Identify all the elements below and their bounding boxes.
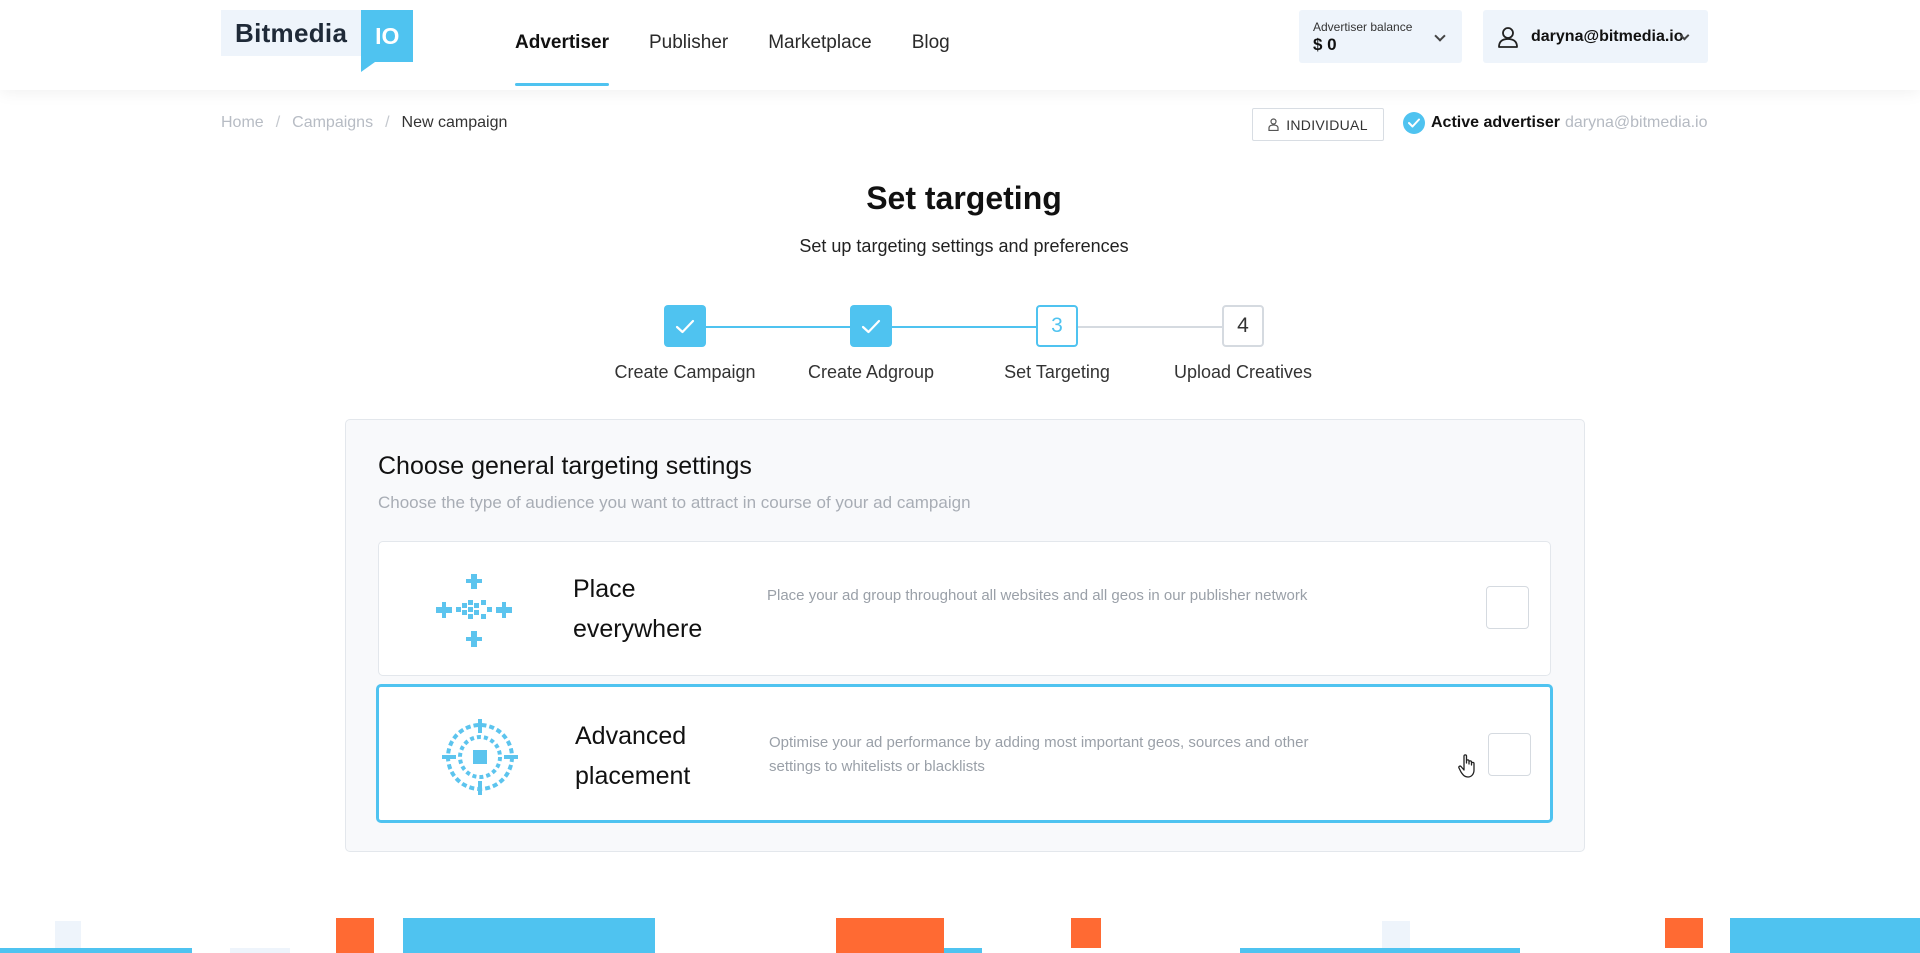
nav-publisher[interactable]: Publisher xyxy=(649,0,728,86)
active-advertiser-label: Active advertiser xyxy=(1431,114,1560,131)
top-header: Bitmedia IO Advertiser Publisher Marketp… xyxy=(0,0,1920,90)
step-connector xyxy=(892,326,1036,328)
option-title: Advanced placement xyxy=(575,722,691,790)
decor-block xyxy=(1382,921,1410,948)
decor-block xyxy=(336,918,374,953)
place-everywhere-checkbox[interactable] xyxy=(1486,586,1529,629)
step-1-check-icon xyxy=(664,305,706,347)
nav-blog[interactable]: Blog xyxy=(912,0,950,86)
decor-block xyxy=(403,918,655,953)
balance-value: $ 0 xyxy=(1313,35,1337,54)
step-2-label: Create Adgroup xyxy=(807,362,935,382)
active-advertiser-email: daryna@bitmedia.io xyxy=(1564,114,1708,131)
logo-badge: IO xyxy=(361,10,414,72)
breadcrumb-separator: / xyxy=(275,114,281,131)
breadcrumb-campaigns[interactable]: Campaigns xyxy=(292,114,373,132)
arrows-outward-icon xyxy=(436,574,512,647)
account-type-label: INDIVIDUAL xyxy=(1286,116,1368,133)
user-menu-dropdown[interactable]: daryna@bitmedia.io xyxy=(1483,10,1708,63)
balance-label: Advertiser balance xyxy=(1313,20,1413,34)
option-description: Place your ad group throughout all websi… xyxy=(767,587,1308,604)
decor-block xyxy=(1730,918,1920,953)
option-advanced-placement[interactable]: Advanced placement Optimise your ad perf… xyxy=(376,684,1553,823)
decor-block xyxy=(55,921,81,948)
breadcrumb-home[interactable]: Home xyxy=(221,114,264,132)
logo-wordmark: Bitmedia xyxy=(221,10,362,56)
step-connector xyxy=(706,326,850,328)
main-nav: Advertiser Publisher Marketplace Blog xyxy=(515,0,990,86)
decor-bar xyxy=(0,948,192,953)
breadcrumb: Home / Campaigns / New campaign xyxy=(221,114,507,132)
hand-cursor-icon xyxy=(1458,754,1475,778)
decor-block xyxy=(230,948,290,953)
page-subtitle: Set up targeting settings and preference… xyxy=(799,236,1129,256)
person-icon xyxy=(1268,118,1279,131)
option-title: Place everywhere xyxy=(573,575,703,643)
breadcrumb-separator: / xyxy=(385,114,390,131)
user-icon xyxy=(1498,26,1518,48)
advertiser-balance-dropdown[interactable]: Advertiser balance $ 0 xyxy=(1299,10,1462,63)
user-email: daryna@bitmedia.io xyxy=(1531,27,1684,45)
targeting-title: Choose general targeting settings xyxy=(378,452,752,480)
footer-decoration xyxy=(0,918,1920,953)
step-connector xyxy=(1078,326,1222,328)
breadcrumb-current: New campaign xyxy=(401,114,508,131)
step-4-label: Upload Creatives xyxy=(1173,362,1313,382)
bitmedia-logo[interactable]: Bitmedia IO xyxy=(221,10,414,72)
step-4-number: 4 xyxy=(1222,305,1264,347)
decor-block xyxy=(944,948,982,953)
step-3-label: Set Targeting xyxy=(1004,362,1110,382)
page-title: Set targeting xyxy=(866,180,1062,216)
targeting-subtitle: Choose the type of audience you want to … xyxy=(378,493,971,512)
verified-check-icon xyxy=(1403,112,1425,134)
decor-bar xyxy=(1240,948,1520,953)
target-icon xyxy=(442,719,518,795)
advanced-placement-checkbox[interactable] xyxy=(1488,733,1531,776)
nav-advertiser[interactable]: Advertiser xyxy=(515,0,609,86)
account-type-badge: INDIVIDUAL xyxy=(1252,108,1384,141)
option-place-everywhere[interactable]: Place everywhere Place your ad group thr… xyxy=(378,541,1551,676)
decor-block xyxy=(1665,918,1703,948)
progress-stepper: Create Campaign Create Adgroup 3 Set Tar… xyxy=(0,305,1920,385)
nav-marketplace[interactable]: Marketplace xyxy=(768,0,872,86)
targeting-settings-panel: Choose general targeting settings Choose… xyxy=(345,419,1585,852)
option-description: Optimise your ad performance by adding m… xyxy=(769,734,1309,775)
step-3-number: 3 xyxy=(1036,305,1078,347)
decor-block xyxy=(1071,918,1101,948)
step-2-check-icon xyxy=(850,305,892,347)
active-advertiser-status: Active advertiser daryna@bitmedia.io xyxy=(1403,112,1708,134)
step-1-label: Create Campaign xyxy=(614,362,756,382)
decor-block xyxy=(836,918,944,953)
